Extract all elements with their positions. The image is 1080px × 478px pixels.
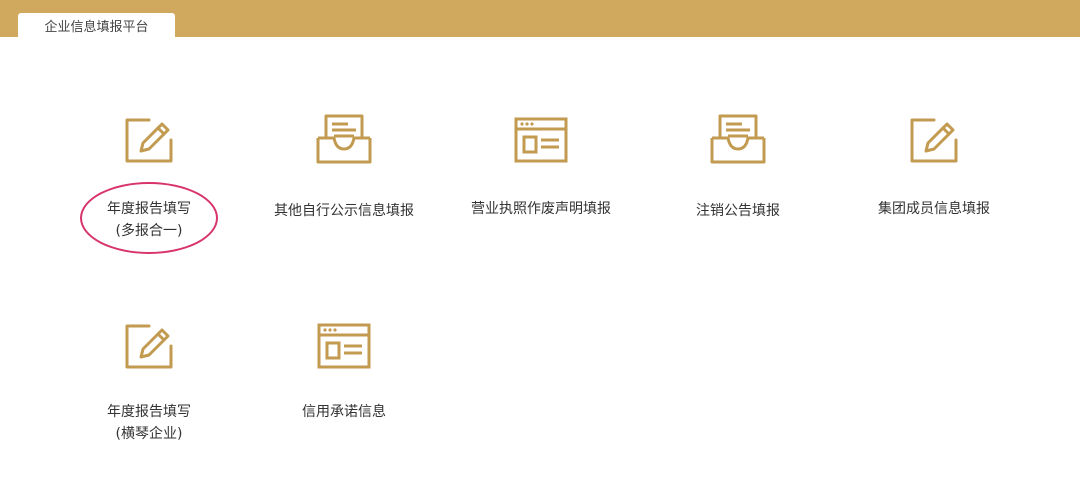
inbox-document-icon <box>316 114 372 164</box>
tile-group-member-info[interactable]: 集团成员信息填报 <box>844 114 1024 220</box>
tile-label-line1: 其他自行公示信息填报 <box>274 203 414 219</box>
tile-label-line2: (横琴企业) <box>115 426 183 442</box>
tile-license-void-statement[interactable]: 营业执照作废声明填报 <box>451 116 631 220</box>
tile-label-line1: 营业执照作废声明填报 <box>471 201 611 217</box>
inbox-document-icon <box>710 114 766 164</box>
tile-annual-report-hengqin[interactable]: 年度报告填写 (横琴企业) <box>59 320 239 445</box>
tile-credit-commitment[interactable]: 信用承诺信息 <box>254 322 434 423</box>
edit-pen-icon <box>910 118 958 163</box>
tile-label-line1: 注销公告填报 <box>696 203 780 219</box>
tile-label-line1: 集团成员信息填报 <box>878 201 990 217</box>
tile-label-line1: 信用承诺信息 <box>302 404 386 420</box>
edit-pen-icon <box>125 118 173 163</box>
web-form-icon <box>514 117 568 163</box>
highlight-oval <box>80 182 218 254</box>
tile-other-public-info[interactable]: 其他自行公示信息填报 <box>254 112 434 222</box>
tile-deregistration-notice[interactable]: 注销公告填报 <box>648 112 828 222</box>
top-header-bar: 企业信息填报平台 <box>0 0 1080 37</box>
edit-pen-icon <box>125 324 173 369</box>
tile-label-line1: 年度报告填写 <box>107 404 191 420</box>
web-form-icon <box>317 323 371 369</box>
platform-tab[interactable]: 企业信息填报平台 <box>18 13 175 37</box>
